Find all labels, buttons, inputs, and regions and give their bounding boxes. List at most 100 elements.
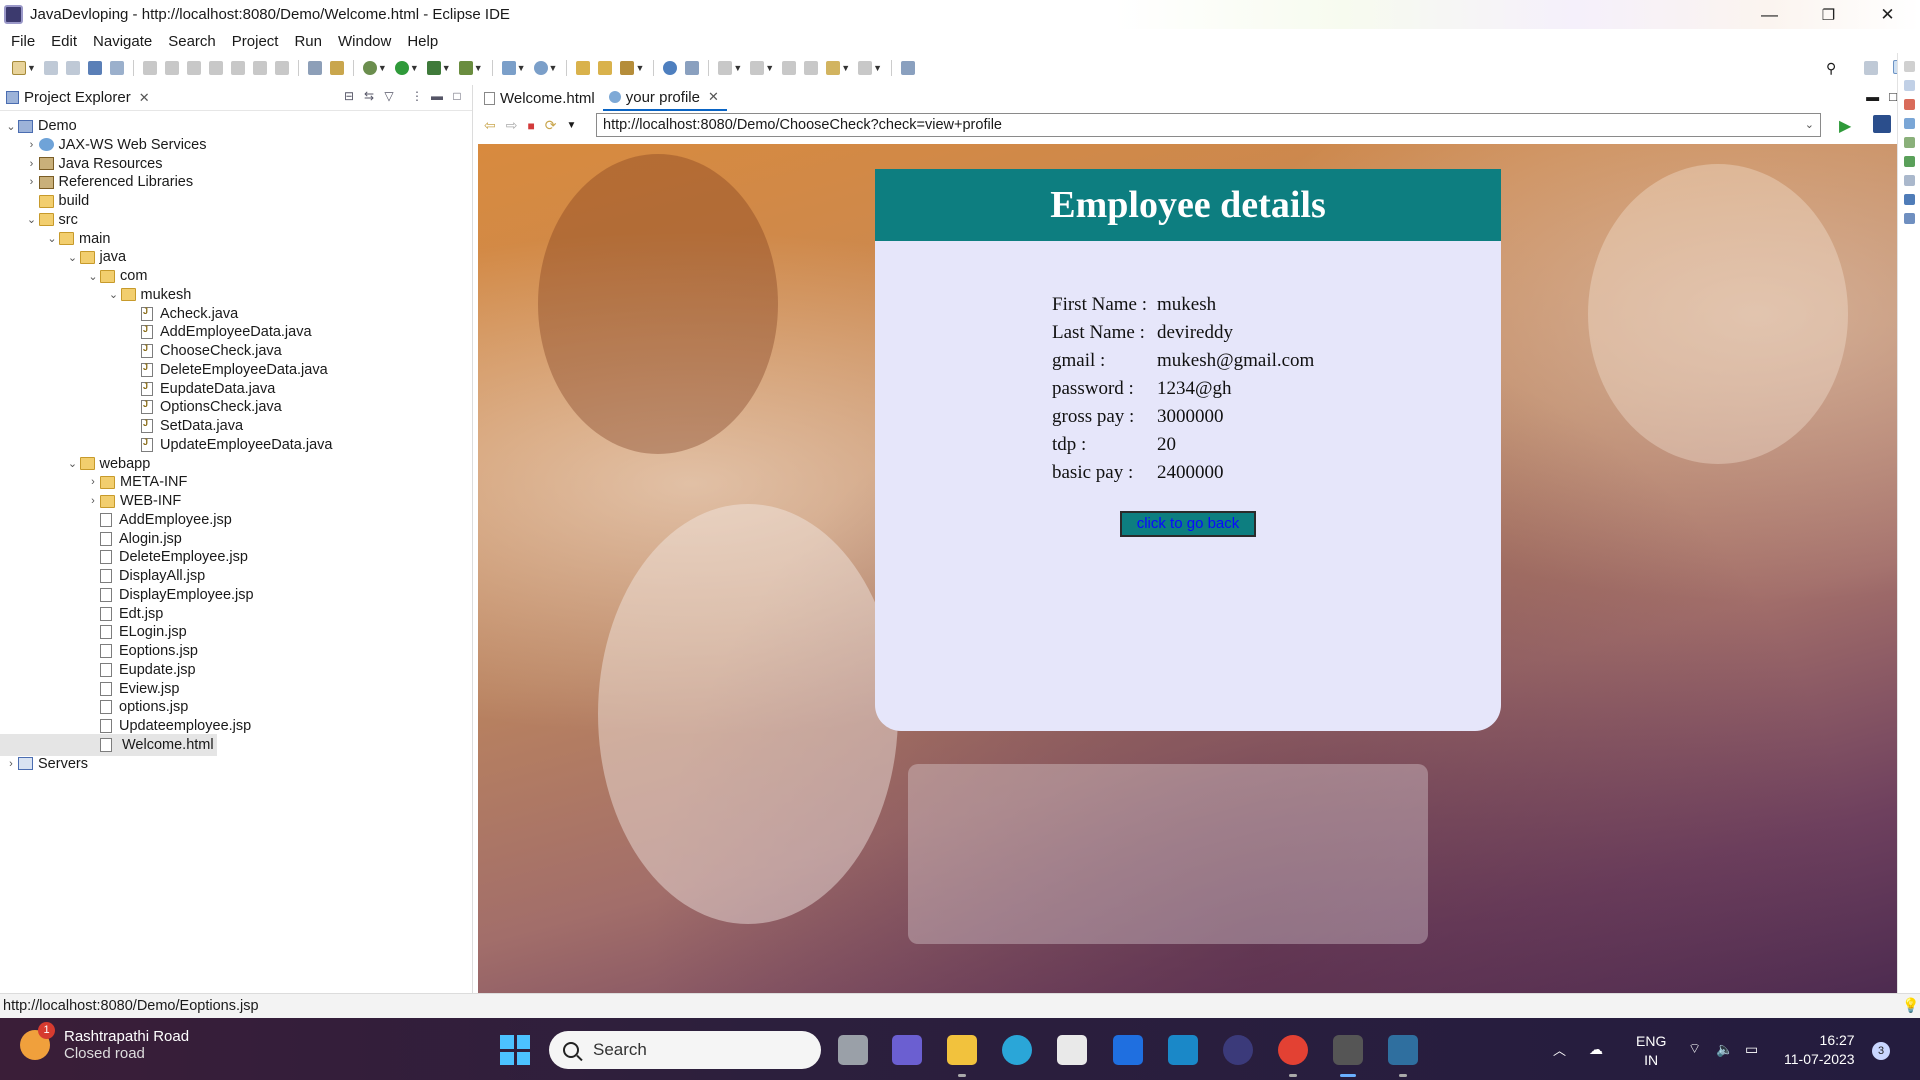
stop-icon[interactable]: ■ (527, 119, 534, 133)
run-icon[interactable] (394, 61, 409, 75)
back-icon[interactable] (826, 61, 841, 75)
refresh-icon[interactable]: ⟳ (545, 117, 557, 134)
menu-project[interactable]: Project (224, 33, 287, 50)
last-edit-icon[interactable] (782, 61, 797, 75)
data-source-icon[interactable] (1903, 175, 1915, 186)
save-icon[interactable] (43, 61, 58, 75)
chrome-icon[interactable] (1278, 1035, 1308, 1065)
menu-run[interactable]: Run (286, 33, 330, 50)
task-list-icon[interactable] (1903, 118, 1915, 129)
coverage-icon[interactable] (426, 61, 441, 75)
notification-badge[interactable]: 3 (1872, 1042, 1890, 1060)
menu-search[interactable]: Search (160, 33, 224, 50)
skip-breakpoints-icon[interactable] (109, 61, 124, 75)
mysql-icon[interactable] (1168, 1035, 1198, 1065)
view-menu-icon[interactable]: ⋮ (410, 89, 424, 103)
menu-window[interactable]: Window (330, 33, 399, 50)
step-over-icon[interactable] (252, 61, 267, 75)
menu-help[interactable]: Help (399, 33, 446, 50)
url-input[interactable]: http://localhost:8080/Demo/ChooseCheck?c… (596, 113, 1821, 137)
tab-welcome-html[interactable]: Welcome.html (478, 85, 603, 111)
menu-file[interactable]: File (3, 33, 43, 50)
go-icon[interactable]: ▶ (1839, 116, 1851, 136)
prev-annotation-dropdown-icon[interactable]: ▼ (765, 63, 774, 73)
back-arrow-icon[interactable]: ⇦ (484, 117, 496, 134)
open-external-browser-icon[interactable] (1873, 115, 1891, 133)
forward-icon[interactable] (858, 61, 873, 75)
debug-icon[interactable] (362, 61, 377, 75)
maximize-view-icon[interactable]: □ (450, 89, 464, 103)
wifi-icon[interactable]: ⌔ (1688, 1018, 1701, 1080)
chevron-down-icon[interactable]: ⌄ (1805, 114, 1814, 136)
eclipse-icon[interactable] (1223, 1035, 1253, 1065)
problems-icon[interactable] (1903, 99, 1915, 110)
dropbox-icon[interactable] (1113, 1035, 1143, 1065)
chevron-down-icon[interactable]: ⌄ (25, 213, 39, 226)
restore-button[interactable]: ❐ (1800, 0, 1857, 29)
mysql-workbench-icon[interactable] (1388, 1035, 1418, 1065)
chevron-down-icon[interactable]: ⌄ (66, 457, 80, 470)
link-editor-icon[interactable]: ⇆ (362, 89, 376, 103)
external-tools-dropdown-icon[interactable]: ▼ (474, 63, 483, 73)
prev-annotation-icon[interactable] (750, 61, 765, 75)
language-indicator[interactable]: ENG IN (1636, 1032, 1666, 1070)
chevron-down-icon[interactable]: ⌄ (86, 270, 100, 283)
new-server-icon[interactable] (501, 61, 516, 75)
next-annotation-icon[interactable] (718, 61, 733, 75)
save-all-icon[interactable] (65, 61, 80, 75)
new-dropdown-icon[interactable]: ▼ (27, 63, 36, 73)
open-perspective-icon[interactable] (901, 61, 916, 75)
run-dropdown-icon[interactable]: ▼ (410, 63, 419, 73)
markers-icon[interactable] (1903, 137, 1915, 148)
chevron-down-icon[interactable]: ⌄ (66, 251, 80, 264)
lightbulb-icon[interactable]: 💡 (1902, 997, 1919, 1014)
new-icon[interactable] (12, 61, 26, 75)
chevron-right-icon[interactable]: › (25, 176, 39, 188)
forward-arrow-icon[interactable]: ⇨ (506, 117, 518, 134)
tab-project-explorer[interactable]: Project Explorer ✕ (0, 85, 150, 111)
outline-icon[interactable] (1903, 80, 1915, 91)
maximize-editor-icon[interactable]: □ (1889, 89, 1897, 104)
new-web-icon[interactable] (533, 61, 548, 75)
chevron-down-icon[interactable]: ⌄ (107, 288, 121, 301)
chevron-right-icon[interactable]: › (4, 758, 18, 770)
search-icon[interactable]: ⚲ (1826, 60, 1836, 77)
open-type-icon[interactable] (329, 61, 344, 75)
coverage-dropdown-icon[interactable]: ▼ (442, 63, 451, 73)
edit-icon[interactable] (620, 61, 635, 75)
minimize-view-icon[interactable]: ▬ (430, 89, 444, 103)
chevron-right-icon[interactable]: › (25, 139, 39, 151)
snippets-icon[interactable] (1903, 213, 1915, 224)
close-window-button[interactable]: ✕ (1859, 0, 1916, 29)
chevron-down-icon[interactable]: ⌄ (4, 120, 18, 133)
file-explorer-icon[interactable] (947, 1035, 977, 1065)
tree-item[interactable]: › Servers (0, 753, 88, 775)
microsoft-store-icon[interactable] (1057, 1035, 1087, 1065)
forward-dropdown-icon[interactable]: ▼ (873, 63, 882, 73)
disconnect-icon[interactable] (208, 61, 223, 75)
restore-view-icon[interactable] (1903, 61, 1915, 72)
weather-widget[interactable]: 1 Rashtrapathi Road Closed road (20, 1022, 189, 1062)
edit-dropdown-icon[interactable]: ▼ (635, 63, 644, 73)
close-icon[interactable]: ✕ (139, 90, 150, 106)
next-annotation-dropdown-icon[interactable]: ▼ (733, 63, 742, 73)
pin-editor-icon[interactable] (804, 61, 819, 75)
open-file-icon[interactable] (598, 61, 613, 75)
servers-icon[interactable] (1903, 156, 1915, 167)
battery-icon[interactable]: ▭ (1745, 1018, 1758, 1080)
step-return-icon[interactable] (274, 61, 289, 75)
tab-your-profile[interactable]: your profile ✕ (602, 85, 727, 111)
filter-icon[interactable]: ▽ (382, 89, 396, 103)
volume-icon[interactable]: 🔈 (1716, 1018, 1733, 1080)
resume-icon[interactable] (142, 61, 157, 75)
start-button[interactable] (500, 1035, 530, 1065)
minimize-button[interactable]: — (1741, 0, 1798, 29)
terminal-icon[interactable] (87, 61, 102, 75)
menu-edit[interactable]: Edit (43, 33, 85, 50)
external-tools-icon[interactable] (458, 61, 473, 75)
chevron-right-icon[interactable]: › (25, 158, 39, 170)
suspend-icon[interactable] (164, 61, 179, 75)
eclipse-ide-running-icon[interactable] (1333, 1035, 1363, 1065)
teams-chat-icon[interactable] (892, 1035, 922, 1065)
chevron-down-icon[interactable]: ⌄ (45, 232, 59, 245)
